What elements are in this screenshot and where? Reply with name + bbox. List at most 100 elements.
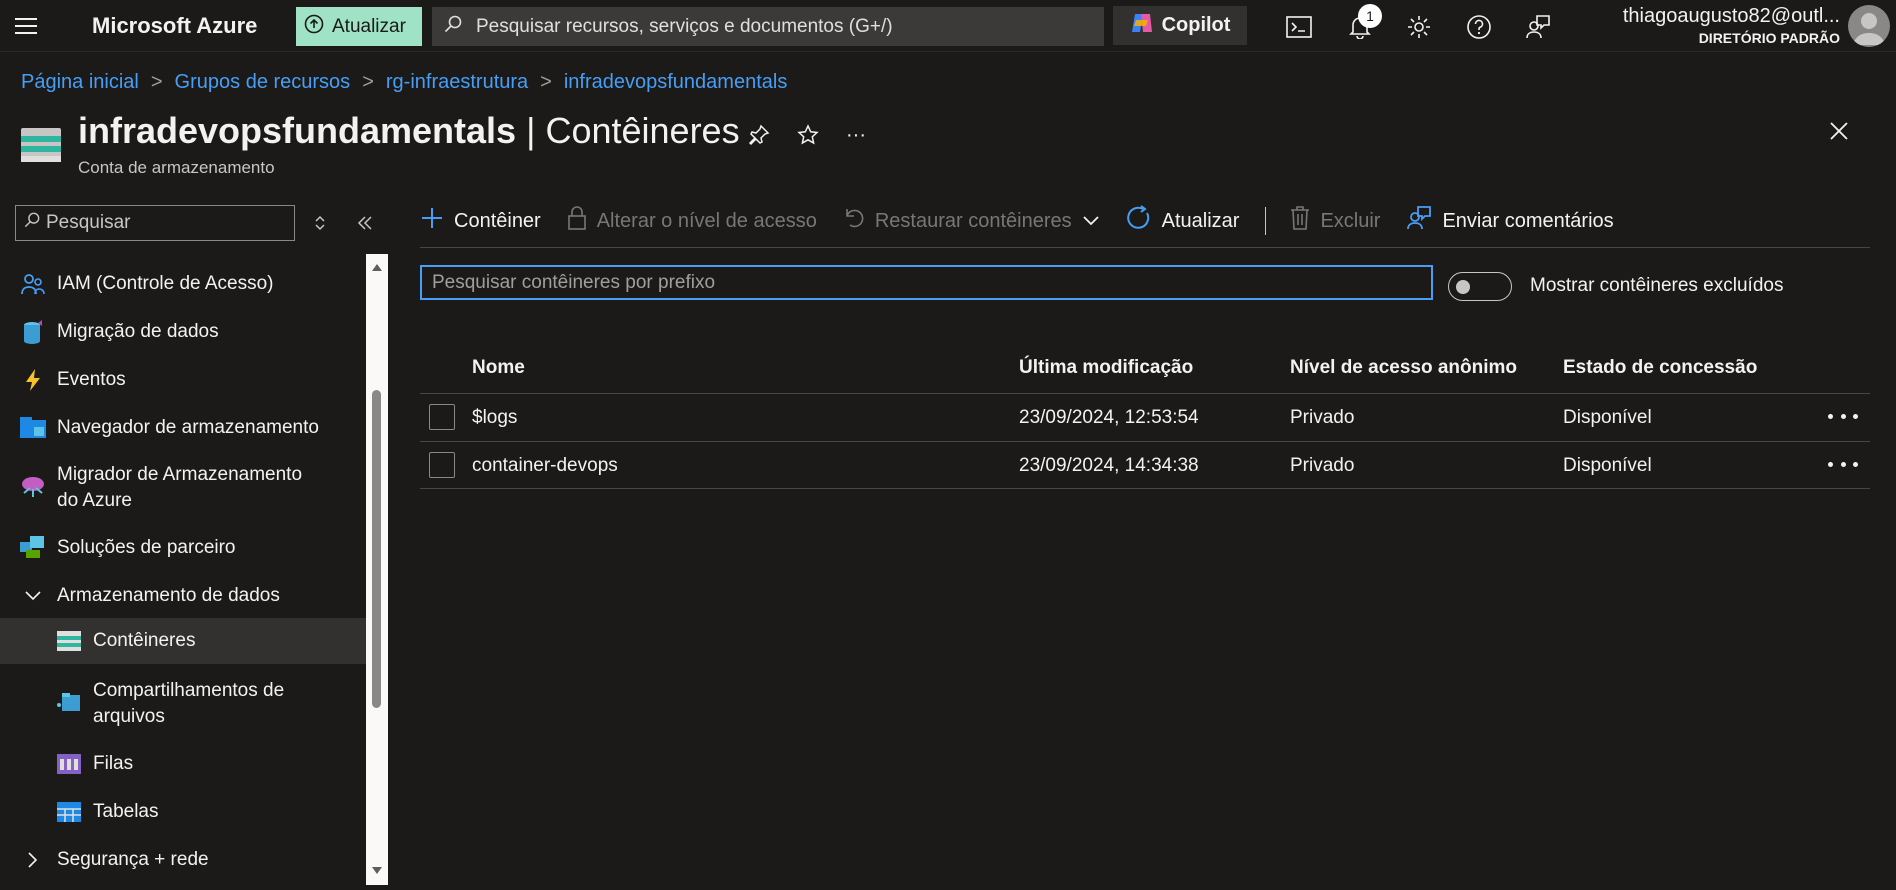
expand-collapse-sort-icon[interactable] xyxy=(309,212,331,234)
more-options-icon[interactable]: ··· xyxy=(841,120,871,150)
sidebar-item-label: IAM (Controle de Acesso) xyxy=(57,273,274,294)
hamburger-menu-icon[interactable] xyxy=(0,0,52,52)
sidebar-item-iam[interactable]: IAM (Controle de Acesso) xyxy=(0,264,366,304)
sidebar-item-label: Armazenamento de dados xyxy=(57,585,280,606)
sidebar-item-partner-solutions[interactable]: Soluções de parceiro xyxy=(0,528,366,568)
column-header-anonymous-access[interactable]: Nível de acesso anônimo xyxy=(1290,357,1517,379)
sidebar-item-label-line1: Migrador de Armazenamento xyxy=(57,464,303,485)
update-button-label: Atualizar xyxy=(332,15,406,37)
copilot-icon xyxy=(1130,12,1154,40)
settings-gear-icon[interactable] xyxy=(1404,12,1434,42)
sidebar-item-label-line2: do Azure xyxy=(57,490,132,511)
show-deleted-toggle[interactable] xyxy=(1448,272,1512,301)
breadcrumb-separator: > xyxy=(150,71,163,93)
page-title: infradevopsfundamentals | Contêineres xyxy=(78,110,740,152)
breadcrumb-home[interactable]: Página inicial xyxy=(21,71,139,94)
sidebar-item-tables[interactable]: Tabelas xyxy=(0,792,366,832)
sidebar-scrollbar[interactable] xyxy=(366,254,388,885)
global-search-input[interactable]: Pesquisar recursos, serviços e documento… xyxy=(432,7,1104,46)
data-migration-icon xyxy=(20,319,46,345)
sidebar-item-events[interactable]: Eventos xyxy=(0,360,366,400)
divider xyxy=(420,488,1870,489)
plus-icon xyxy=(420,206,444,236)
container-prefix-search-input[interactable] xyxy=(420,265,1433,300)
search-icon xyxy=(444,15,462,39)
storage-account-icon xyxy=(21,128,61,162)
add-container-button[interactable]: Contêiner xyxy=(420,206,541,236)
close-icon[interactable] xyxy=(1828,120,1858,150)
brand-title[interactable]: Microsoft Azure xyxy=(92,13,257,39)
page-subtitle: Conta de armazenamento xyxy=(78,158,275,177)
command-bar: Contêiner Alterar o nível de acesso Rest… xyxy=(420,203,1640,239)
feedback-person-icon[interactable] xyxy=(1523,12,1553,42)
row-more-options-icon[interactable] xyxy=(1828,406,1858,426)
lease-state-cell: Disponível xyxy=(1563,455,1652,476)
refresh-icon xyxy=(1126,205,1152,237)
help-icon[interactable] xyxy=(1464,12,1494,42)
scroll-up-icon[interactable] xyxy=(371,262,383,272)
delete-button[interactable]: Excluir xyxy=(1290,205,1380,237)
scrollbar-thumb[interactable] xyxy=(372,390,381,708)
change-access-level-button[interactable]: Alterar o nível de acesso xyxy=(567,205,817,237)
sidebar-group-security-network[interactable]: Segurança + rede xyxy=(0,840,366,880)
feedback-person-icon xyxy=(1406,205,1432,237)
containers-icon xyxy=(56,628,82,654)
sidebar-item-label: Filas xyxy=(93,753,134,774)
chevron-down-icon[interactable] xyxy=(1082,210,1100,233)
add-container-label: Contêiner xyxy=(454,209,541,232)
sidebar-item-containers[interactable]: Contêineres xyxy=(0,618,366,664)
sidebar-item-label-line1: Compartilhamentos de xyxy=(93,680,285,701)
lease-state-cell: Disponível xyxy=(1563,407,1652,428)
column-header-name[interactable]: Nome xyxy=(472,357,525,379)
scroll-down-icon[interactable] xyxy=(371,866,383,876)
row-checkbox[interactable] xyxy=(429,404,455,430)
user-directory: DIRETÓRIO PADRÃO xyxy=(1698,30,1840,46)
access-level-cell: Privado xyxy=(1290,407,1355,428)
search-icon xyxy=(24,212,40,234)
breadcrumb-resource-groups[interactable]: Grupos de recursos xyxy=(175,71,351,94)
tables-icon xyxy=(56,799,82,825)
favorite-star-icon[interactable] xyxy=(793,120,823,150)
refresh-button[interactable]: Atualizar xyxy=(1126,205,1239,237)
sidebar-item-label: Migrador de Armazenamento do Azure xyxy=(57,462,302,514)
divider xyxy=(420,393,1870,394)
copilot-button[interactable]: Copilot xyxy=(1113,6,1247,45)
sidebar-item-storage-browser[interactable]: Navegador de armazenamento xyxy=(0,408,366,448)
sidebar-group-data-storage[interactable]: Armazenamento de dados xyxy=(0,576,366,616)
avatar[interactable] xyxy=(1848,5,1890,47)
change-access-level-label: Alterar o nível de acesso xyxy=(596,209,817,232)
sidebar-search-input[interactable]: Pesquisar xyxy=(15,205,295,241)
cloud-shell-icon[interactable] xyxy=(1284,12,1314,42)
breadcrumb-resource-group[interactable]: rg-infraestrutura xyxy=(386,71,528,94)
sidebar-item-file-shares[interactable]: Compartilhamentos de arquivos xyxy=(0,672,366,734)
column-header-lease-state[interactable]: Estado de concessão xyxy=(1563,357,1757,379)
pin-icon[interactable] xyxy=(744,120,774,150)
column-header-last-modified[interactable]: Última modificação xyxy=(1019,357,1193,379)
resource-name: infradevopsfundamentals xyxy=(78,110,517,151)
page-name: | Contêineres xyxy=(526,110,740,151)
container-name-link[interactable]: container-devops xyxy=(472,455,618,477)
sidebar-item-storage-mover[interactable]: Migrador de Armazenamento do Azure xyxy=(0,456,366,518)
arrow-up-circle-icon xyxy=(304,14,324,40)
sidebar-item-data-migration[interactable]: Migração de dados xyxy=(0,312,366,352)
undo-icon xyxy=(843,206,865,236)
row-checkbox[interactable] xyxy=(429,452,455,478)
breadcrumb-storage-account[interactable]: infradevopsfundamentals xyxy=(564,71,787,94)
last-modified-cell: 23/09/2024, 12:53:54 xyxy=(1019,407,1199,428)
send-feedback-button[interactable]: Enviar comentários xyxy=(1406,205,1614,237)
row-more-options-icon[interactable] xyxy=(1828,454,1858,474)
queues-icon xyxy=(56,751,82,777)
sidebar-item-label: Compartilhamentos de arquivos xyxy=(93,678,284,730)
show-deleted-label: Mostrar contêineres excluídos xyxy=(1530,275,1784,296)
restore-containers-button[interactable]: Restaurar contêineres xyxy=(843,206,1100,236)
collapse-sidebar-icon[interactable] xyxy=(354,212,376,234)
container-name-link[interactable]: $logs xyxy=(472,407,517,429)
user-account[interactable]: thiagoaugusto82@outl... DIRETÓRIO PADRÃO xyxy=(1623,5,1840,46)
divider xyxy=(420,441,1870,442)
update-button[interactable]: Atualizar xyxy=(296,7,422,46)
chevron-right-icon xyxy=(20,847,46,873)
delete-label: Excluir xyxy=(1320,209,1381,232)
divider xyxy=(420,247,1870,248)
iam-icon xyxy=(20,271,46,297)
sidebar-item-queues[interactable]: Filas xyxy=(0,744,366,784)
